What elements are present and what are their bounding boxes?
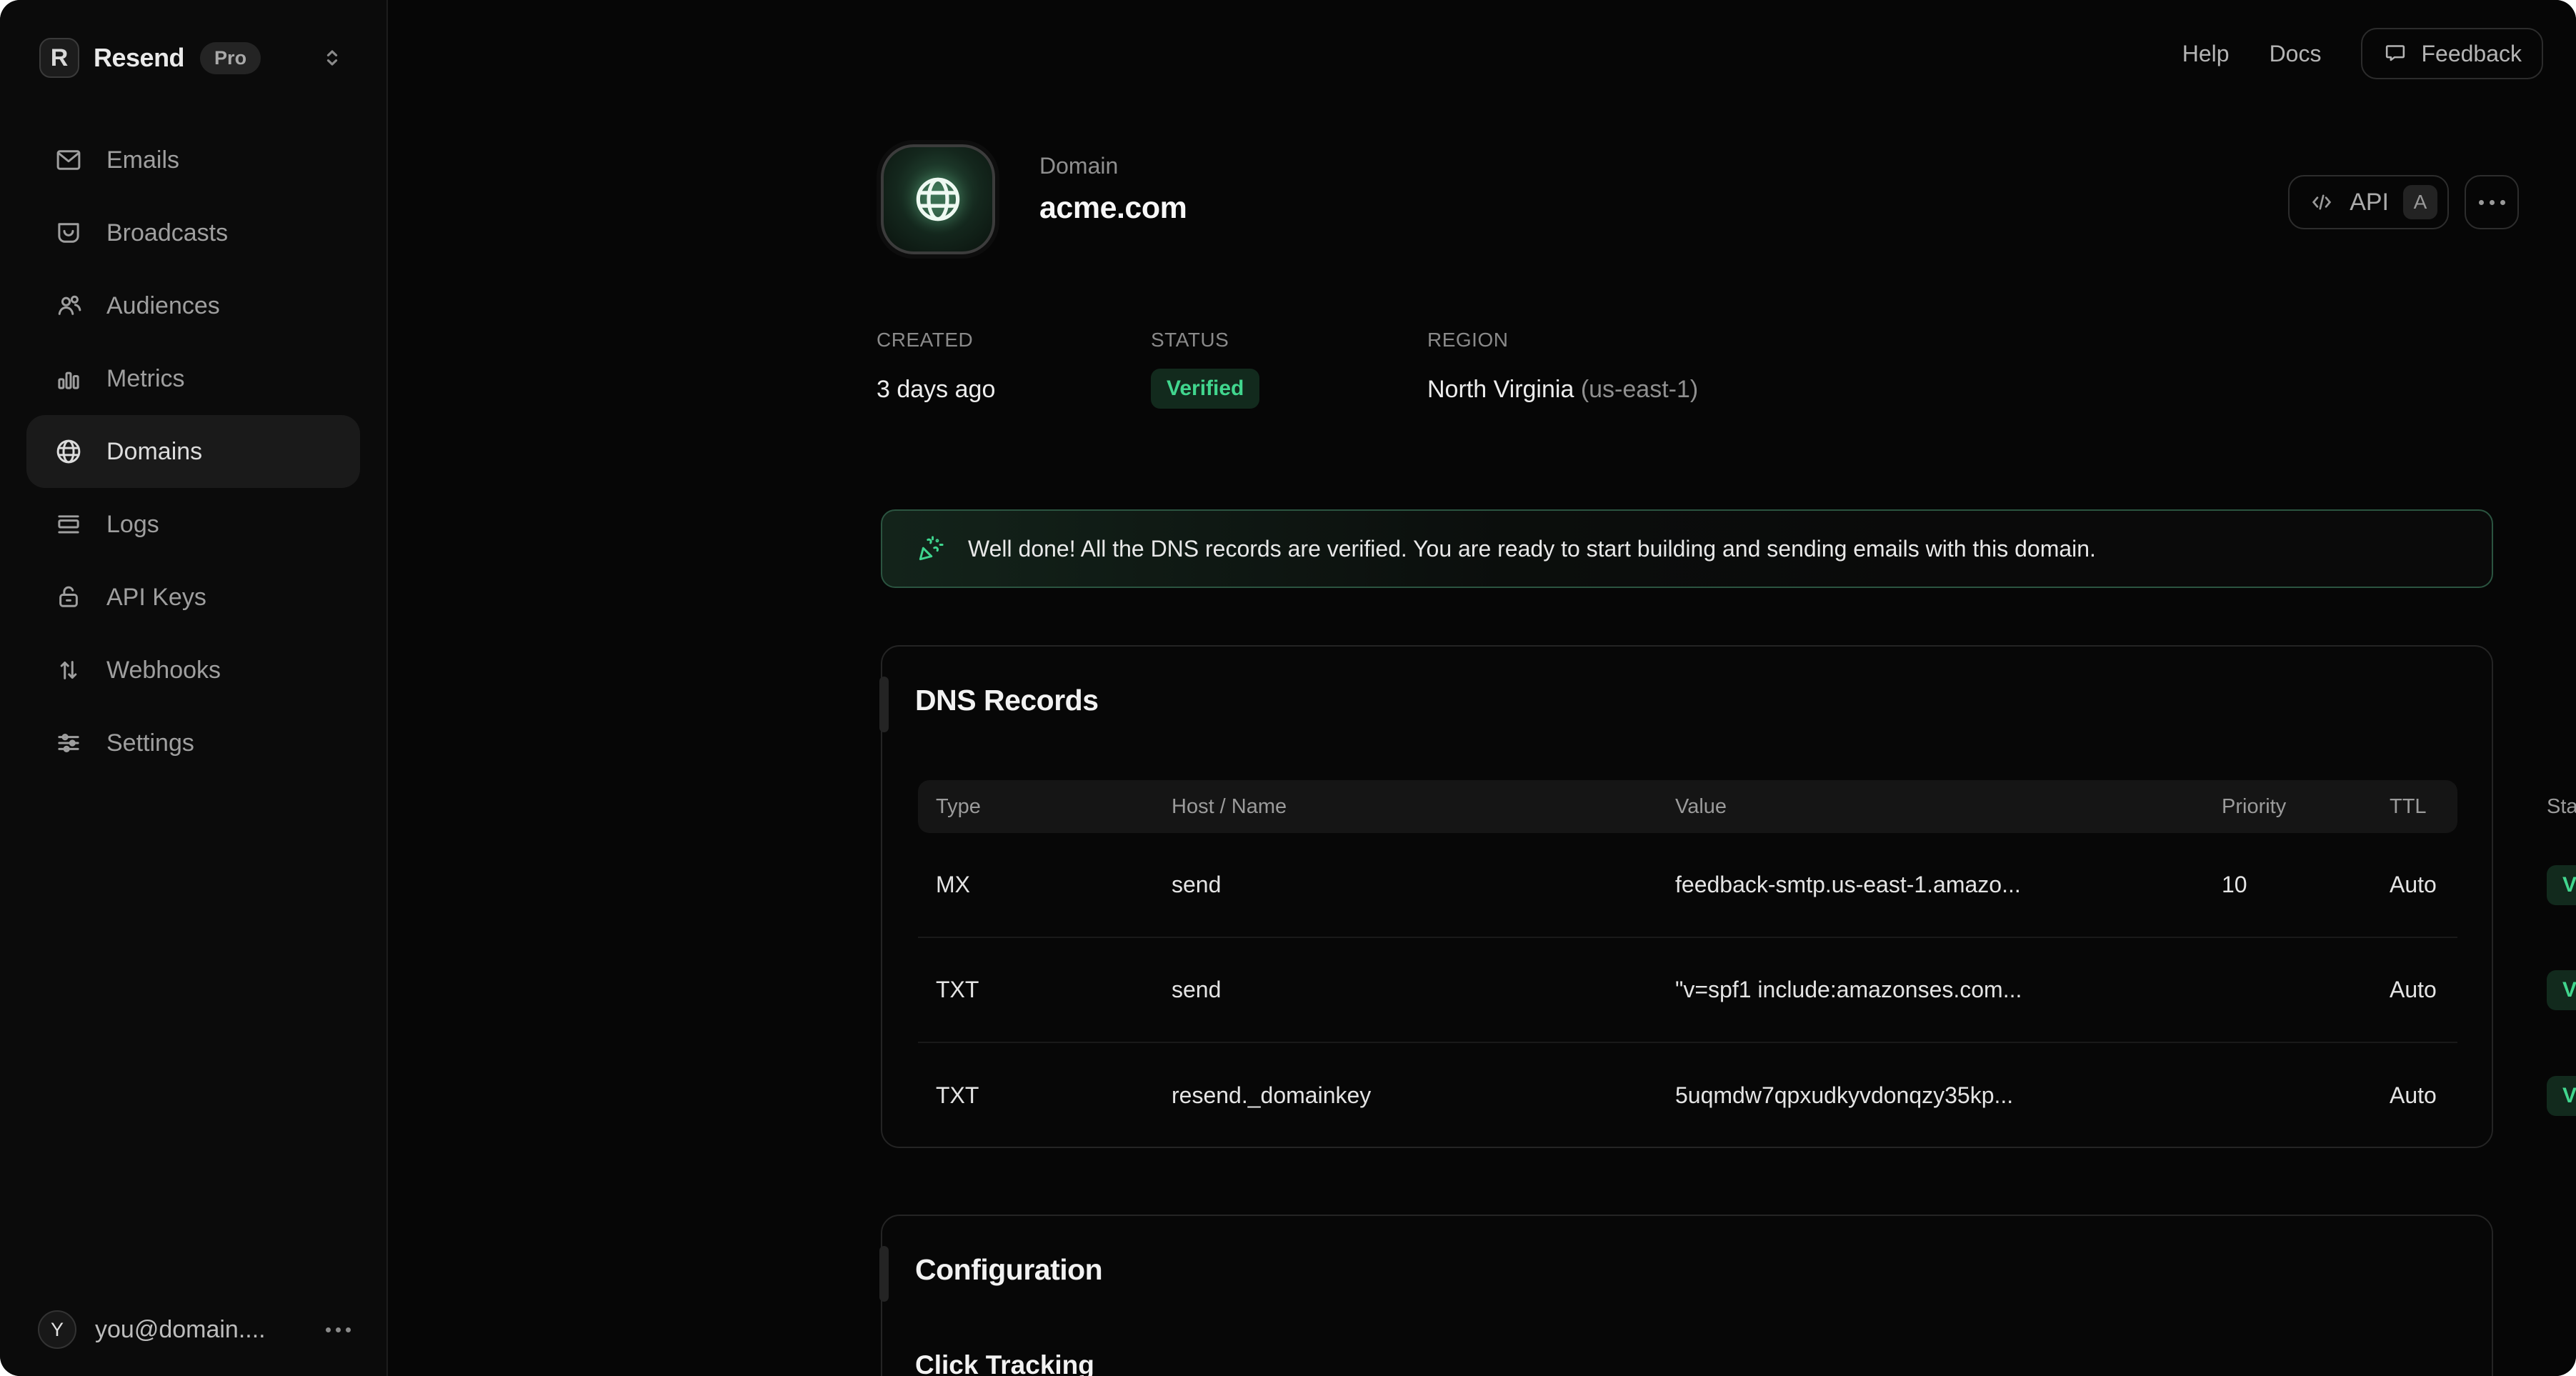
domain-globe-icon	[881, 144, 995, 254]
user-row[interactable]: Y you@domain....	[38, 1310, 358, 1349]
table-row[interactable]: TXT resend._domainkey 5uqmdw7qpxudkyvdon…	[918, 1043, 2457, 1148]
code-icon	[2308, 189, 2335, 216]
chat-bubble-icon	[2382, 41, 2408, 66]
dns-table-header: Type Host / Name Value Priority TTL Stat…	[918, 780, 2457, 833]
record-priority: 10	[2222, 872, 2390, 898]
record-type: TXT	[936, 1082, 1172, 1109]
banner-message: Well done! All the DNS records are verif…	[968, 536, 2096, 562]
record-ttl: Auto	[2390, 1082, 2547, 1109]
sidebar-item-audiences[interactable]: Audiences	[26, 269, 360, 342]
region-code: (us-east-1)	[1581, 376, 1698, 403]
api-button[interactable]: API A	[2288, 175, 2449, 229]
created-label: CREATED	[877, 329, 1151, 352]
section-anchor-notch	[879, 1246, 889, 1302]
table-row[interactable]: TXT send "v=spf1 include:amazonses.com..…	[918, 938, 2457, 1043]
feedback-button[interactable]: Feedback	[2361, 28, 2543, 79]
record-type: MX	[936, 872, 1172, 898]
arrows-up-down-icon	[54, 655, 84, 685]
chevron-up-down-icon[interactable]	[315, 41, 349, 75]
success-banner: Well done! All the DNS records are verif…	[881, 509, 2493, 588]
sidebar-item-emails[interactable]: Emails	[26, 124, 360, 196]
record-ttl: Auto	[2390, 872, 2547, 898]
status-badge: Verified	[2547, 1076, 2576, 1116]
dns-records-title: DNS Records	[915, 684, 1099, 717]
lock-icon	[54, 582, 84, 612]
configuration-title: Configuration	[915, 1253, 1102, 1287]
sidebar-item-domains[interactable]: Domains	[26, 415, 360, 488]
resend-logo-icon: R	[39, 38, 79, 78]
record-ttl: Auto	[2390, 977, 2547, 1003]
workspace-row[interactable]: R Resend Pro	[39, 38, 358, 78]
record-type: TXT	[936, 977, 1172, 1003]
status-badge: Verified	[2547, 865, 2576, 905]
record-value: feedback-smtp.us-east-1.amazo...	[1675, 872, 2222, 898]
globe-icon	[54, 437, 84, 467]
avatar: Y	[38, 1310, 76, 1349]
main-content: Help Docs Feedback Domain acme.com API A	[388, 0, 2576, 1376]
api-shortcut-key: A	[2403, 185, 2437, 219]
table-row[interactable]: MX send feedback-smtp.us-east-1.amazo...…	[918, 833, 2457, 938]
created-value: 3 days ago	[877, 376, 1151, 404]
user-email: you@domain....	[95, 1316, 319, 1344]
status-label: STATUS	[1151, 329, 1427, 352]
people-icon	[54, 291, 84, 321]
status-badge: Verified	[1151, 369, 1259, 409]
sidebar-item-broadcasts[interactable]: Broadcasts	[26, 196, 360, 269]
domain-meta: CREATED 3 days ago STATUS Verified REGIO…	[877, 329, 1698, 409]
sidebar-nav: Emails Broadcasts Audiences Metrics Doma…	[0, 124, 386, 779]
top-nav: Help Docs Feedback	[2182, 28, 2543, 79]
sidebar-item-webhooks[interactable]: Webhooks	[26, 634, 360, 707]
plan-badge: Pro	[200, 42, 261, 74]
workspace-name: Resend	[94, 43, 184, 73]
domain-header: Domain acme.com	[881, 144, 1187, 254]
status-badge: Verified	[2547, 970, 2576, 1010]
ellipsis-icon	[2479, 200, 2484, 205]
record-value: "v=spf1 include:amazonses.com...	[1675, 977, 2222, 1003]
record-value: 5uqmdw7qpxudkyvdonqzy35kp...	[1675, 1082, 2222, 1109]
section-anchor-notch	[879, 677, 889, 732]
rows-icon	[54, 509, 84, 539]
region-value: North Virginia (us-east-1)	[1427, 376, 1698, 404]
record-host: send	[1172, 872, 1675, 898]
party-popper-icon	[915, 533, 947, 564]
sidebar: R Resend Pro Emails Broadcasts Audiences	[0, 0, 388, 1376]
user-menu-ellipsis-icon[interactable]	[319, 1320, 358, 1340]
help-link[interactable]: Help	[2182, 41, 2230, 67]
record-host: send	[1172, 977, 1675, 1003]
header-actions: API A	[2288, 175, 2519, 229]
sidebar-item-settings[interactable]: Settings	[26, 707, 360, 779]
configuration-card: Configuration Click Tracking	[881, 1215, 2493, 1376]
sidebar-item-logs[interactable]: Logs	[26, 488, 360, 561]
domain-eyebrow: Domain	[1039, 153, 1187, 179]
region-label: REGION	[1427, 329, 1698, 352]
sliders-icon	[54, 728, 84, 758]
envelope-icon	[54, 145, 84, 175]
page-title: acme.com	[1039, 191, 1187, 226]
app-window: R Resend Pro Emails Broadcasts Audiences	[0, 0, 2576, 1376]
more-options-button[interactable]	[2465, 175, 2519, 229]
click-tracking-label: Click Tracking	[915, 1350, 1094, 1376]
bar-chart-icon	[54, 364, 84, 394]
record-host: resend._domainkey	[1172, 1082, 1675, 1109]
sidebar-item-api-keys[interactable]: API Keys	[26, 561, 360, 634]
dns-records-card: DNS Records Type Host / Name Value Prior…	[881, 645, 2493, 1148]
broadcast-tray-icon	[54, 218, 84, 248]
docs-link[interactable]: Docs	[2270, 41, 2322, 67]
sidebar-item-metrics[interactable]: Metrics	[26, 342, 360, 415]
dns-table: Type Host / Name Value Priority TTL Stat…	[918, 780, 2457, 1148]
